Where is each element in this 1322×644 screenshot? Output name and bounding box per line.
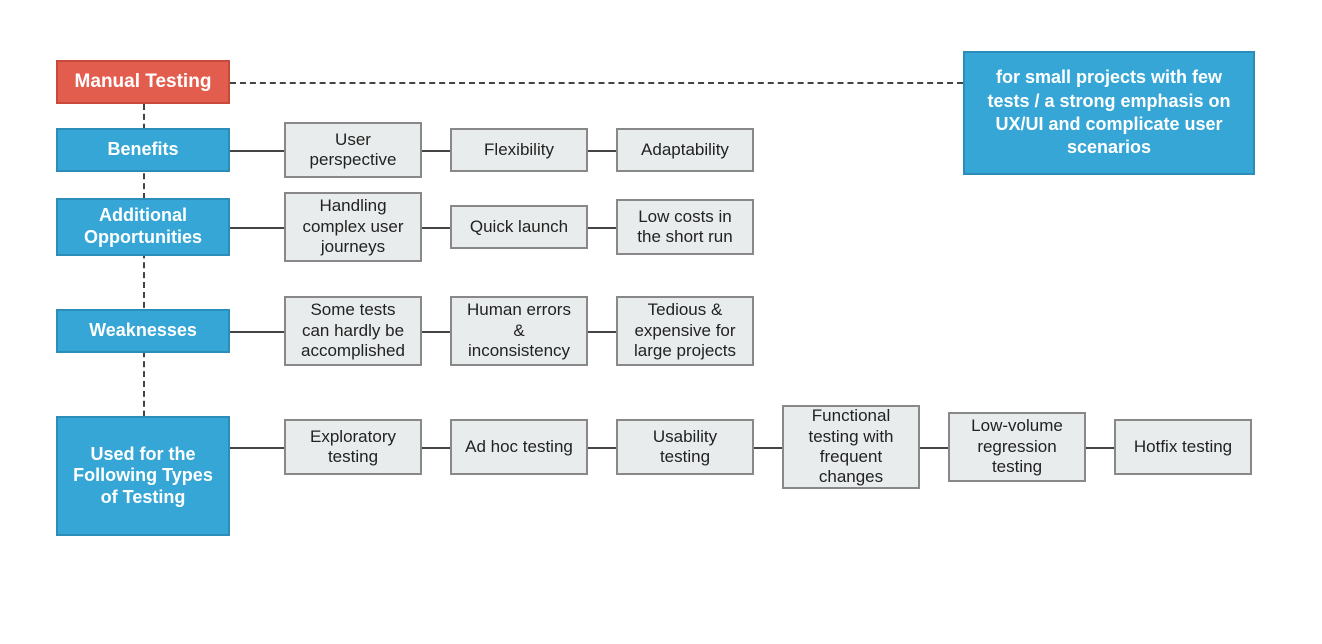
item-label: Quick launch xyxy=(470,217,568,237)
connector xyxy=(754,447,782,449)
summary-box: for small projects with few tests / a st… xyxy=(963,51,1255,175)
item-label: Hotfix testing xyxy=(1134,437,1232,457)
connector xyxy=(230,227,284,229)
item-label: Usability testing xyxy=(628,427,742,468)
opportunity-item: Quick launch xyxy=(450,205,588,249)
benefit-item: Flexibility xyxy=(450,128,588,172)
category-label: Used for the Following Types of Testing xyxy=(68,444,218,509)
category-label: Additional Opportunities xyxy=(68,205,218,248)
weakness-item: Tedious & expensive for large projects xyxy=(616,296,754,366)
usedfor-item: Ad hoc testing xyxy=(450,419,588,475)
benefit-item: User perspective xyxy=(284,122,422,178)
opportunity-item: Handling complex user journeys xyxy=(284,192,422,262)
item-label: Handling complex user journeys xyxy=(296,196,410,257)
usedfor-item: Usability testing xyxy=(616,419,754,475)
category-weaknesses: Weaknesses xyxy=(56,309,230,353)
connector xyxy=(422,150,450,152)
item-label: Low-volume regression testing xyxy=(960,416,1074,477)
connector xyxy=(920,447,948,449)
item-label: Human errors & inconsistency xyxy=(462,300,576,361)
weakness-item: Human errors & inconsistency xyxy=(450,296,588,366)
connector xyxy=(422,331,450,333)
item-label: Flexibility xyxy=(484,140,554,160)
connector xyxy=(230,331,284,333)
item-label: Adaptability xyxy=(641,140,729,160)
connector xyxy=(230,447,284,449)
connector xyxy=(588,150,616,152)
title-box: Manual Testing xyxy=(56,60,230,104)
connector xyxy=(422,447,450,449)
item-label: User perspective xyxy=(296,130,410,171)
category-benefits: Benefits xyxy=(56,128,230,172)
item-label: Ad hoc testing xyxy=(465,437,573,457)
item-label: Functional testing with frequent changes xyxy=(794,406,908,488)
connector xyxy=(588,331,616,333)
opportunity-item: Low costs in the short run xyxy=(616,199,754,255)
summary-text: for small projects with few tests / a st… xyxy=(975,66,1243,160)
category-additional-opportunities: Additional Opportunities xyxy=(56,198,230,256)
category-used-for: Used for the Following Types of Testing xyxy=(56,416,230,536)
title-label: Manual Testing xyxy=(75,71,212,94)
usedfor-item: Low-volume regression testing xyxy=(948,412,1086,482)
benefit-item: Adaptability xyxy=(616,128,754,172)
connector xyxy=(422,227,450,229)
weakness-item: Some tests can hardly be accomplished xyxy=(284,296,422,366)
category-label: Weaknesses xyxy=(89,320,197,342)
connector-dash-title-summary xyxy=(230,82,963,84)
connector xyxy=(230,150,284,152)
category-label: Benefits xyxy=(107,139,178,161)
item-label: Some tests can hardly be accomplished xyxy=(296,300,410,361)
usedfor-item: Exploratory testing xyxy=(284,419,422,475)
usedfor-item: Hotfix testing xyxy=(1114,419,1252,475)
item-label: Low costs in the short run xyxy=(628,207,742,248)
item-label: Exploratory testing xyxy=(296,427,410,468)
connector xyxy=(588,227,616,229)
connector xyxy=(1086,447,1114,449)
item-label: Tedious & expensive for large projects xyxy=(628,300,742,361)
usedfor-item: Functional testing with frequent changes xyxy=(782,405,920,489)
connector xyxy=(588,447,616,449)
manual-testing-diagram: Manual Testing for small projects with f… xyxy=(0,0,1322,644)
